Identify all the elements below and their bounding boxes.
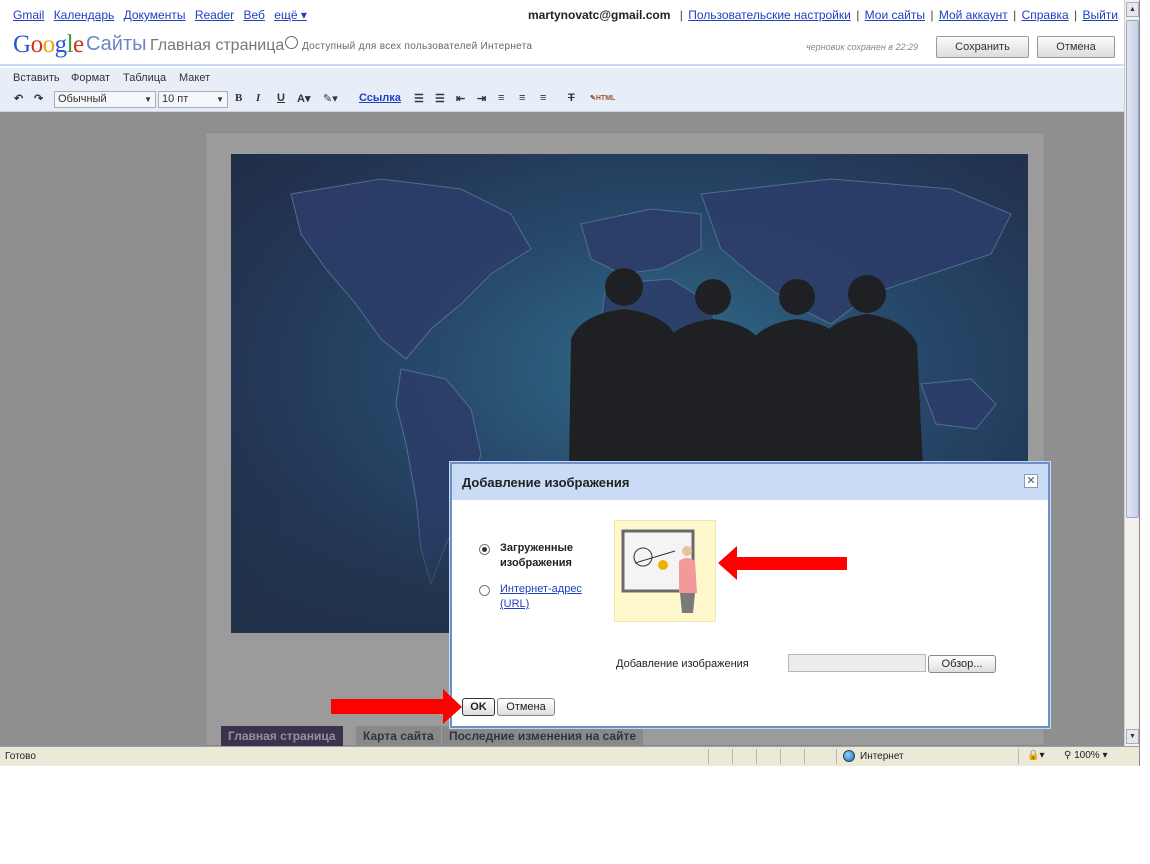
arrow-to-thumbnail <box>718 546 847 580</box>
arrow-to-ok-button <box>331 689 462 724</box>
annotation-arrows <box>331 546 847 724</box>
